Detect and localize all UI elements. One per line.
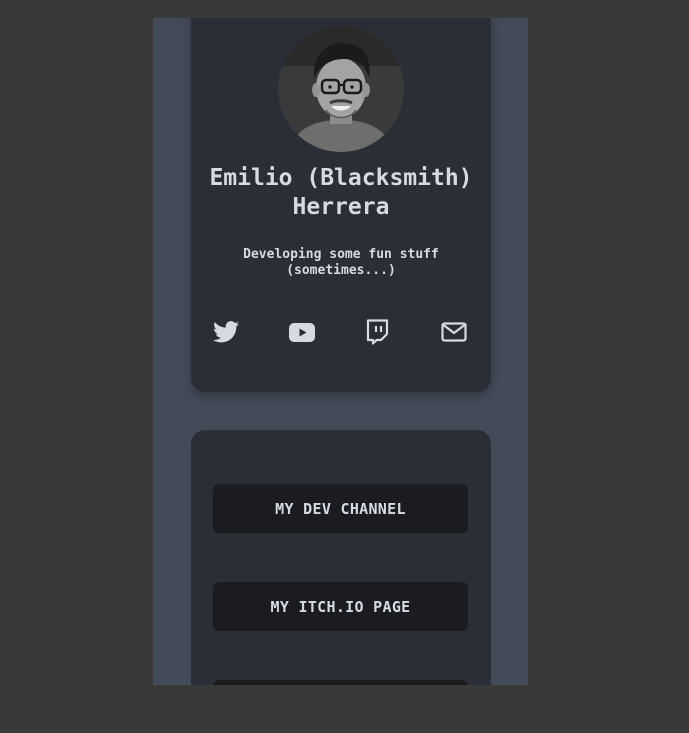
avatar-photo xyxy=(278,26,404,152)
link-button-partial[interactable] xyxy=(213,680,468,685)
email-link[interactable] xyxy=(434,312,474,352)
profile-tagline: Developing some fun stuff (sometimes...) xyxy=(243,247,439,278)
twitter-link[interactable] xyxy=(206,312,246,352)
itchio-page-button[interactable]: MY ITCH.IO PAGE xyxy=(213,582,468,631)
twitch-link[interactable] xyxy=(357,312,397,352)
profile-name: Emilio (Blacksmith) Herrera xyxy=(209,165,473,220)
mail-icon xyxy=(441,322,467,342)
links-card: MY DEV CHANNEL MY ITCH.IO PAGE xyxy=(191,430,491,685)
youtube-link[interactable] xyxy=(282,312,322,352)
dev-channel-button[interactable]: MY DEV CHANNEL xyxy=(213,484,468,533)
social-links xyxy=(191,312,491,352)
twitch-icon xyxy=(366,319,389,345)
youtube-icon xyxy=(289,322,315,342)
mobile-viewport: Emilio (Blacksmith) Herrera Developing s… xyxy=(153,18,528,685)
avatar xyxy=(278,26,404,152)
twitter-icon xyxy=(213,321,239,343)
profile-card: Emilio (Blacksmith) Herrera Developing s… xyxy=(191,18,491,392)
